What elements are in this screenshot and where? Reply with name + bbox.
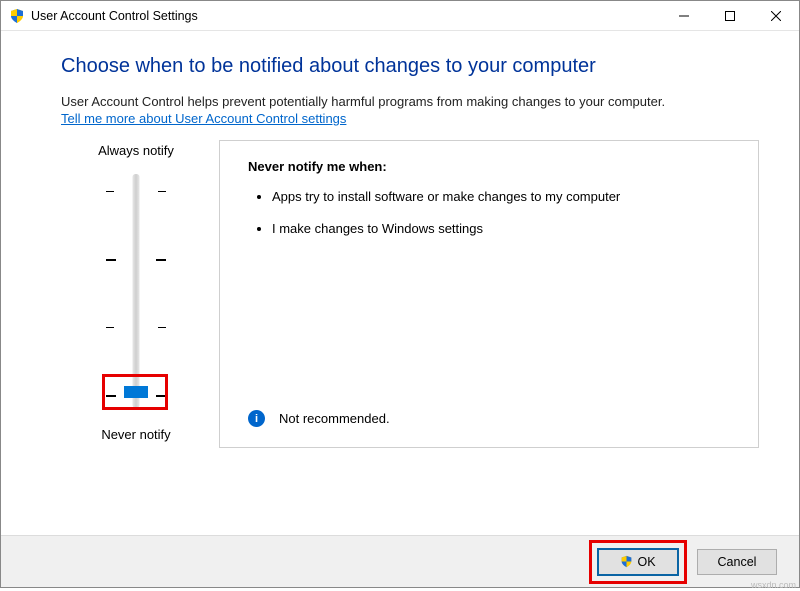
slider-bottom-label: Never notify [61,424,211,448]
page-heading: Choose when to be notified about changes… [61,55,759,78]
window-controls [661,1,799,31]
dialog-footer: OK Cancel [1,535,799,587]
maximize-button[interactable] [707,1,753,31]
recommendation-text: Not recommended. [279,411,390,426]
info-icon: i [248,410,265,427]
ok-button-label: OK [637,555,655,569]
window-title-text: User Account Control Settings [31,9,198,23]
content-area: Choose when to be notified about changes… [1,31,799,535]
main-row: Always notify Never notify Never notify … [61,140,759,448]
slider-highlight [102,374,168,410]
slider-tick-1 [106,322,166,328]
slider-column: Always notify Never notify [61,140,211,448]
slider-track [133,174,140,408]
window-title: User Account Control Settings [9,8,661,24]
titlebar: User Account Control Settings [1,1,799,31]
watermark: wsxdn.com [751,580,796,590]
slider-tick-2 [106,254,166,261]
recommendation-row: i Not recommended. [248,410,390,427]
panel-title: Never notify me when: [248,159,730,174]
slider-tick-3 [106,186,166,192]
uac-window: User Account Control Settings Choose whe… [0,0,800,588]
shield-icon [620,555,633,568]
ok-button[interactable]: OK [598,549,678,575]
panel-list: Apps try to install software or make cha… [248,188,730,237]
ok-highlight: OK [589,540,687,584]
slider-top-label: Always notify [61,140,211,164]
page-description: User Account Control helps prevent poten… [61,94,759,109]
notify-panel: Never notify me when: Apps try to instal… [219,140,759,448]
cancel-button-label: Cancel [718,555,757,569]
cancel-button[interactable]: Cancel [697,549,777,575]
learn-more-link[interactable]: Tell me more about User Account Control … [61,111,346,126]
close-button[interactable] [753,1,799,31]
uac-slider[interactable] [106,168,166,414]
minimize-button[interactable] [661,1,707,31]
panel-item: Apps try to install software or make cha… [272,188,730,206]
panel-item: I make changes to Windows settings [272,220,730,238]
shield-icon [9,8,25,24]
